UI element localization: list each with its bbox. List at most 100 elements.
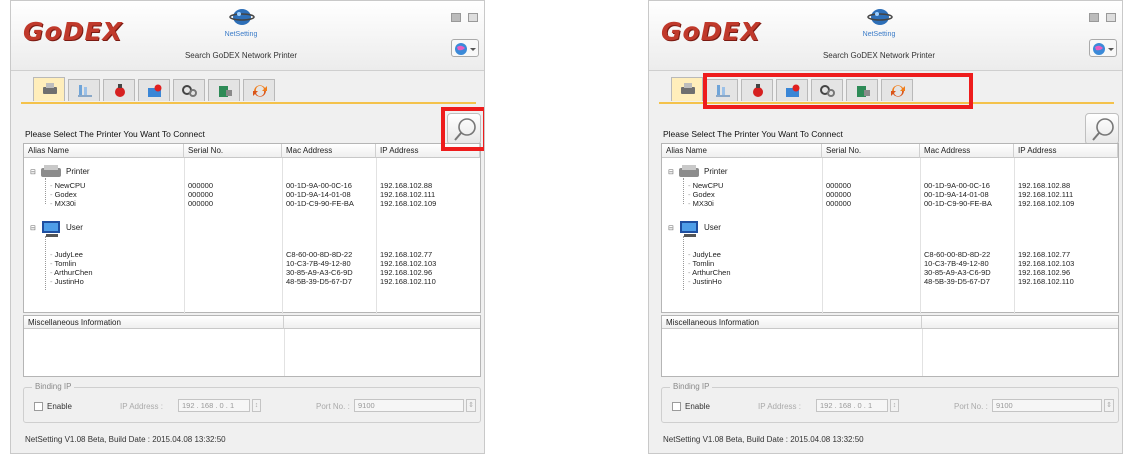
column-ip[interactable]: IP Address — [1014, 144, 1118, 158]
enable-checkbox[interactable] — [672, 402, 681, 411]
printer-icon — [681, 83, 695, 94]
tab-mail-alert[interactable] — [138, 79, 170, 101]
device-alias: Godex — [692, 190, 715, 199]
ip-address-spinner[interactable]: ↕ — [890, 399, 899, 412]
printer-group-icon — [41, 165, 61, 177]
binding-ip-group: Binding IP Enable IP Address : 192 . 168… — [661, 382, 1119, 423]
tab-network[interactable] — [68, 79, 100, 101]
mac-cell: 48-5B-39-D5-67-D7 — [286, 277, 352, 286]
app-header: GoDEX NetSetting Search GoDEX Network Pr… — [649, 1, 1122, 71]
netsetting-title: NetSetting — [862, 31, 896, 38]
function-tabs-highlight — [703, 73, 973, 109]
gears-icon — [182, 85, 197, 97]
select-printer-prompt: Please Select The Printer You Want To Co… — [25, 129, 205, 139]
ip-address-label: IP Address : — [758, 402, 801, 411]
globe-chevron-icon — [1093, 43, 1114, 55]
tab-refresh[interactable] — [243, 79, 275, 101]
app-subtitle: Search GoDEX Network Printer — [822, 51, 936, 60]
select-printer-prompt: Please Select The Printer You Want To Co… — [663, 129, 843, 139]
search-button[interactable] — [1085, 113, 1119, 145]
enable-label[interactable]: Enable — [47, 402, 72, 411]
misc-info-panel: Miscellaneous Information — [23, 315, 481, 377]
alias-cell[interactable]: - MX30i — [688, 199, 714, 209]
ip-cell: 192.168.102.110 — [380, 277, 436, 286]
tab-fire[interactable] — [103, 79, 135, 101]
ip-address-spinner[interactable]: ↕ — [252, 399, 261, 412]
language-button[interactable] — [451, 39, 479, 57]
tree-line — [683, 178, 684, 204]
group-label: User — [704, 223, 721, 232]
ip-address-field[interactable]: 192 . 168 . 0 . 1 — [816, 399, 888, 412]
computer-user-icon — [680, 221, 698, 237]
minimize-button[interactable] — [451, 13, 461, 22]
device-alias: JudyLee — [692, 250, 721, 259]
column-divider — [922, 329, 923, 376]
globe-chevron-icon — [455, 43, 476, 55]
netsetting-title: NetSetting — [224, 31, 258, 38]
language-button[interactable] — [1089, 39, 1117, 57]
device-alias: MX30i — [692, 199, 714, 208]
device-settings-icon — [219, 86, 232, 97]
search-button-highlight — [441, 107, 484, 151]
close-button[interactable] — [1106, 13, 1116, 22]
tab-gears[interactable] — [173, 79, 205, 101]
enable-label[interactable]: Enable — [685, 402, 710, 411]
mail-alert-icon — [148, 84, 162, 97]
mac-cell: 00-1D-C9-90-FE-BA — [924, 199, 992, 208]
tab-device-settings[interactable] — [208, 79, 240, 101]
printer-icon — [43, 83, 57, 94]
group-label: Printer — [66, 167, 90, 176]
port-spinner[interactable]: ⇕ — [466, 399, 476, 412]
port-label: Port No. : — [954, 402, 988, 411]
device-list[interactable]: Alias Name Serial No. Mac Address IP Add… — [661, 143, 1119, 314]
device-alias: NewCPU — [54, 181, 86, 190]
netsetting-logo-icon — [229, 9, 255, 25]
alias-cell[interactable]: - JustinHo — [688, 277, 722, 287]
column-divider — [184, 158, 185, 314]
column-mac[interactable]: Mac Address — [282, 144, 376, 158]
netsetting-logo-icon — [867, 9, 893, 25]
ip-cell: 192.168.102.110 — [1018, 277, 1074, 286]
device-alias: ArthurChen — [692, 268, 731, 277]
tree-line — [45, 178, 46, 204]
misc-info-header-value — [284, 316, 480, 329]
column-divider — [822, 158, 823, 314]
column-serial[interactable]: Serial No. — [184, 144, 282, 158]
port-field[interactable]: 9100 — [992, 399, 1102, 412]
column-divider — [920, 158, 921, 314]
device-list[interactable]: Alias Name Serial No. Mac Address IP Add… — [23, 143, 481, 314]
port-field[interactable]: 9100 — [354, 399, 464, 412]
collapse-toggle-icon[interactable]: ⊟ — [30, 224, 36, 232]
minimize-button[interactable] — [1089, 13, 1099, 22]
misc-info-panel: Miscellaneous Information — [661, 315, 1119, 377]
serial-cell: 000000 — [826, 199, 852, 208]
alias-cell[interactable]: - JustinHo — [50, 277, 84, 287]
tab-printer[interactable] — [33, 77, 65, 101]
enable-checkbox[interactable] — [34, 402, 43, 411]
collapse-toggle-icon[interactable]: ⊟ — [668, 224, 674, 232]
column-alias[interactable]: Alias Name — [662, 144, 822, 158]
device-alias: Tomlin — [692, 259, 715, 268]
port-label: Port No. : — [316, 402, 350, 411]
version-status: NetSetting V1.08 Beta, Build Date : 2015… — [25, 435, 226, 444]
column-divider — [284, 329, 285, 376]
port-spinner[interactable]: ⇕ — [1104, 399, 1114, 412]
column-divider — [1014, 158, 1015, 314]
printer-group-icon — [679, 165, 699, 177]
collapse-toggle-icon[interactable]: ⊟ — [668, 168, 674, 176]
column-mac[interactable]: Mac Address — [920, 144, 1014, 158]
collapse-toggle-icon[interactable]: ⊟ — [30, 168, 36, 176]
close-button[interactable] — [468, 13, 478, 22]
magnifier-icon — [1092, 118, 1114, 141]
ip-cell: 192.168.102.109 — [380, 199, 437, 208]
column-alias[interactable]: Alias Name — [24, 144, 184, 158]
tab-printer[interactable] — [671, 77, 703, 101]
alias-cell[interactable]: - MX30i — [50, 199, 76, 209]
column-serial[interactable]: Serial No. — [822, 144, 920, 158]
serial-cell: 000000 — [188, 199, 214, 208]
group-label: Printer — [704, 167, 728, 176]
mac-cell: 48-5B-39-D5-67-D7 — [924, 277, 990, 286]
mac-cell: 00-1D-C9-90-FE-BA — [286, 199, 354, 208]
ip-address-field[interactable]: 192 . 168 . 0 . 1 — [178, 399, 250, 412]
misc-info-header: Miscellaneous Information — [662, 316, 922, 329]
